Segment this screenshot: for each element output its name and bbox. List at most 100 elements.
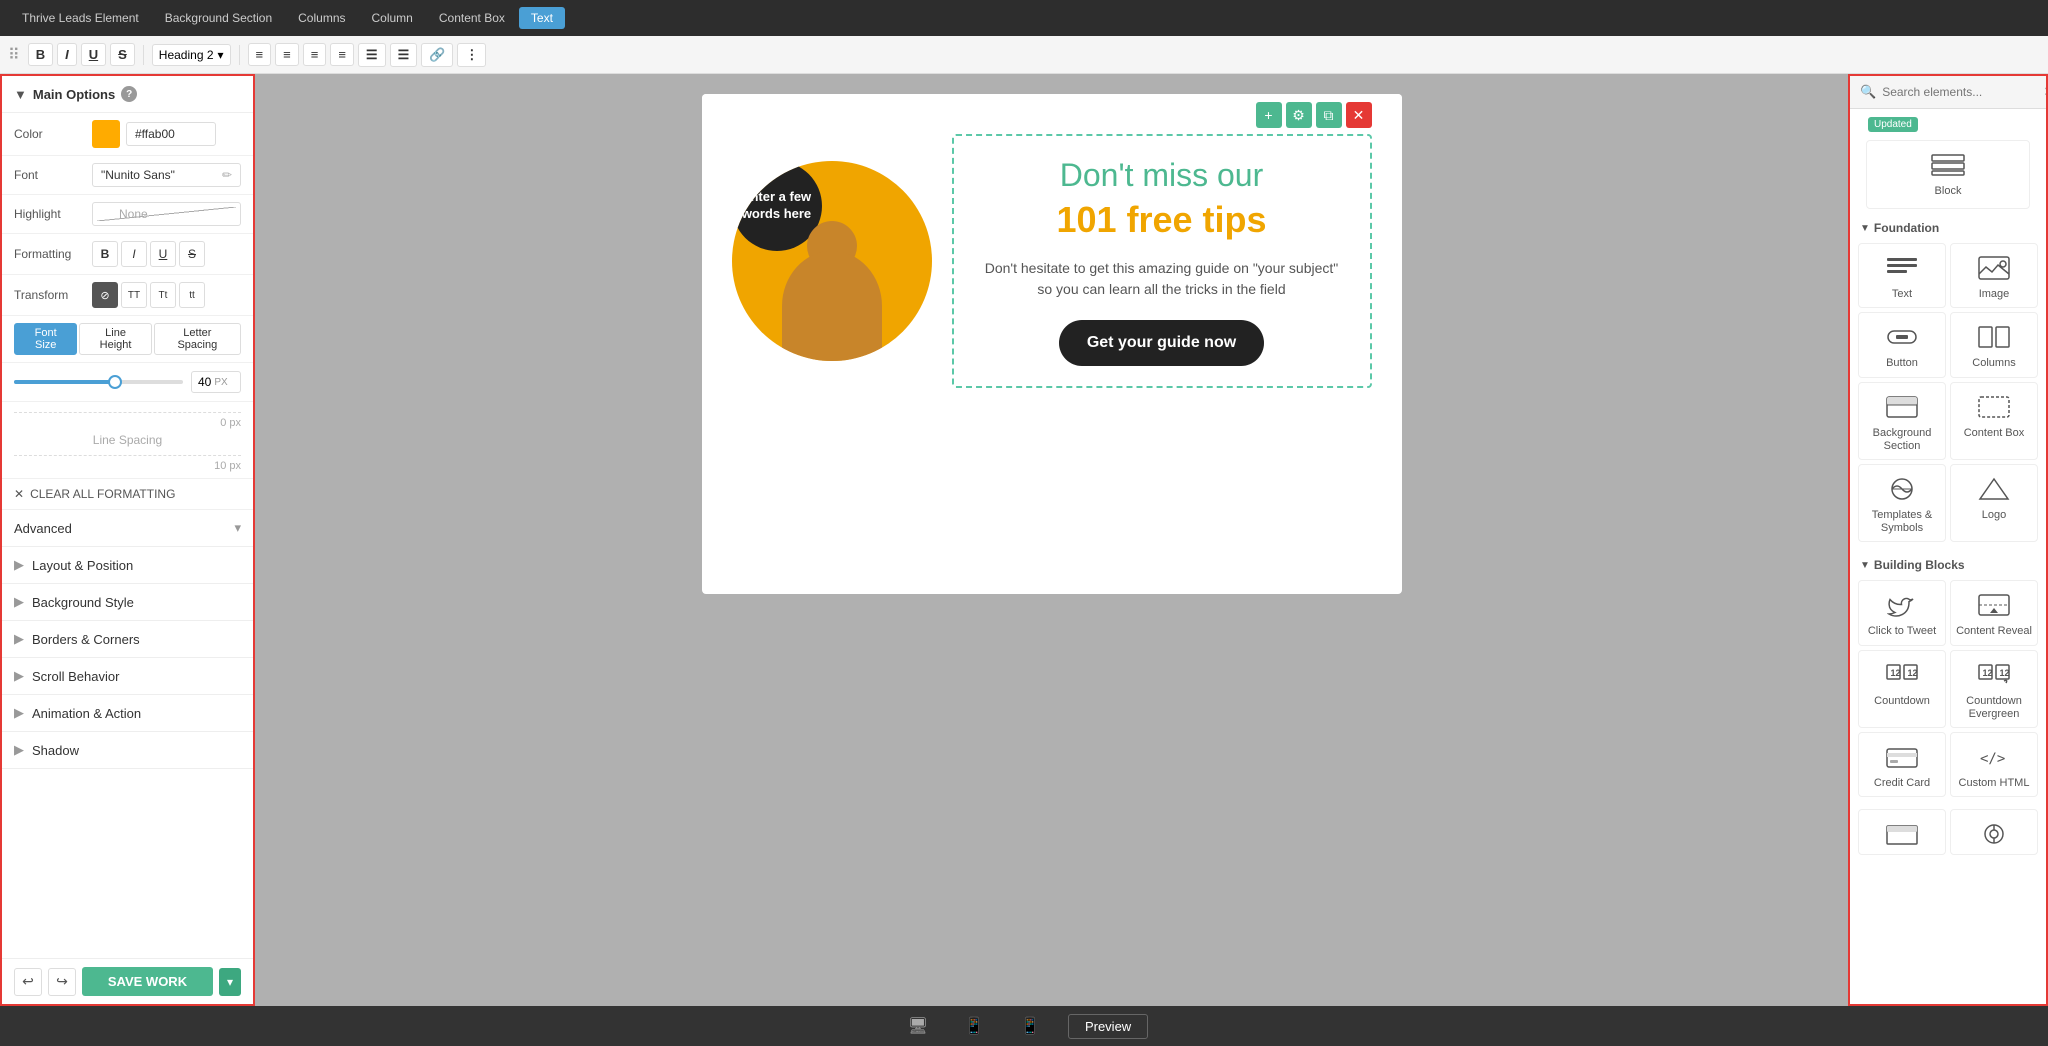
- strikethrough-button[interactable]: S: [110, 43, 135, 66]
- line-spacing-top-value: 0 px: [14, 417, 241, 429]
- advanced-section[interactable]: Advanced ▾: [2, 510, 253, 547]
- slider-fill: [14, 380, 115, 384]
- copy-element-btn[interactable]: ⧉: [1316, 102, 1342, 128]
- tab-letter-spacing[interactable]: Letter Spacing: [154, 323, 241, 355]
- slider-thumb[interactable]: [108, 375, 122, 389]
- shadow-section[interactable]: ▶ Shadow: [2, 732, 253, 769]
- element-extra2[interactable]: [1950, 809, 2038, 855]
- device-mobile-btn[interactable]: 📱: [1012, 1012, 1048, 1040]
- shadow-arrow: ▶: [14, 742, 24, 758]
- font-selector[interactable]: "Nunito Sans" ✏: [92, 163, 241, 187]
- elements-search-input[interactable]: [1882, 85, 2037, 99]
- align-justify-button[interactable]: ≡: [330, 43, 354, 66]
- align-center-button[interactable]: ≡: [275, 43, 299, 66]
- tweet-element-icon: [1884, 591, 1920, 619]
- element-click-to-tweet[interactable]: Click to Tweet: [1858, 580, 1946, 645]
- format-underline[interactable]: U: [150, 241, 176, 267]
- more-options-button[interactable]: ⋮: [457, 43, 486, 67]
- element-content-reveal[interactable]: Content Reveal: [1950, 580, 2038, 645]
- element-bg-section[interactable]: Background Section: [1858, 382, 1946, 460]
- nav-content-box[interactable]: Content Box: [427, 7, 517, 29]
- slider-wrap: 40 PX: [14, 371, 241, 393]
- format-italic[interactable]: I: [121, 241, 147, 267]
- animation-action-section[interactable]: ▶ Animation & Action: [2, 695, 253, 732]
- transform-uppercase[interactable]: TT: [121, 282, 147, 308]
- text-section-box[interactable]: Don't miss our 101 free tips Don't hesit…: [952, 134, 1372, 388]
- logo-element-icon: [1976, 475, 2012, 503]
- font-name: "Nunito Sans": [101, 168, 175, 182]
- color-swatch[interactable]: [92, 120, 120, 148]
- color-label: Color: [14, 127, 84, 141]
- background-style-section[interactable]: ▶ Background Style: [2, 584, 253, 621]
- format-bold[interactable]: B: [92, 241, 118, 267]
- tab-line-height[interactable]: Line Height: [79, 323, 151, 355]
- nav-column[interactable]: Column: [360, 7, 425, 29]
- cta-button[interactable]: Get your guide now: [1059, 320, 1264, 366]
- contentbox-element-label: Content Box: [1964, 427, 2025, 440]
- color-value-group: [92, 120, 241, 148]
- layout-label: Layout & Position: [32, 558, 133, 573]
- save-dropdown-button[interactable]: ▾: [219, 968, 241, 996]
- scroll-behavior-section[interactable]: ▶ Scroll Behavior: [2, 658, 253, 695]
- element-countdown-evergreen[interactable]: 12 12 Countdown Evergreen: [1950, 650, 2038, 728]
- close-search-icon[interactable]: ✕: [2043, 84, 2048, 100]
- canvas-area[interactable]: Enter a few words here + ⚙ ⧉ ✕: [255, 74, 1848, 1006]
- settings-element-btn[interactable]: ⚙: [1286, 102, 1312, 128]
- underline-button[interactable]: U: [81, 43, 106, 66]
- building-blocks-grid: Click to Tweet Content Reveal: [1850, 576, 2046, 805]
- element-image[interactable]: Image: [1950, 243, 2038, 308]
- transform-none[interactable]: ⊘: [92, 282, 118, 308]
- element-content-box[interactable]: Content Box: [1950, 382, 2038, 460]
- reveal-element-label: Content Reveal: [1956, 625, 2032, 638]
- borders-corners-section[interactable]: ▶ Borders & Corners: [2, 621, 253, 658]
- device-desktop-btn[interactable]: 🖥: [900, 1012, 936, 1040]
- bold-button[interactable]: B: [28, 43, 53, 66]
- help-icon[interactable]: ?: [121, 86, 137, 102]
- nav-columns[interactable]: Columns: [286, 7, 357, 29]
- drag-handle[interactable]: ⠿: [8, 45, 20, 65]
- align-left-button[interactable]: ≡: [248, 43, 272, 66]
- element-button[interactable]: Button: [1858, 312, 1946, 377]
- layout-position-section[interactable]: ▶ Layout & Position: [2, 547, 253, 584]
- nav-background-section[interactable]: Background Section: [153, 7, 284, 29]
- element-credit-card[interactable]: Credit Card: [1858, 732, 1946, 797]
- italic-button[interactable]: I: [57, 43, 77, 66]
- redo-button[interactable]: ↪: [48, 968, 76, 996]
- font-size-slider[interactable]: [14, 380, 183, 384]
- color-input[interactable]: [126, 122, 216, 146]
- highlight-selector[interactable]: None: [92, 202, 241, 226]
- list-ordered-button[interactable]: ☰: [390, 43, 418, 67]
- transform-titlecase[interactable]: Tt: [150, 282, 176, 308]
- add-element-btn[interactable]: +: [1256, 102, 1282, 128]
- font-edit-icon[interactable]: ✏: [222, 168, 232, 182]
- clear-formatting-btn[interactable]: ✕ CLEAR ALL FORMATTING: [2, 479, 253, 510]
- save-work-button[interactable]: SAVE WORK: [82, 967, 213, 996]
- sub-text-line2: so you can learn all the tricks in the f…: [1037, 281, 1285, 297]
- element-columns[interactable]: Columns: [1950, 312, 2038, 377]
- html-element-label: Custom HTML: [1959, 777, 2030, 790]
- clear-label: CLEAR ALL FORMATTING: [30, 487, 175, 501]
- element-text[interactable]: Text: [1858, 243, 1946, 308]
- heading-select[interactable]: Heading 2 ▾: [152, 44, 231, 66]
- link-button[interactable]: 🔗: [421, 43, 453, 67]
- element-extra1[interactable]: [1858, 809, 1946, 855]
- undo-button[interactable]: ↩: [14, 968, 42, 996]
- preview-button[interactable]: Preview: [1068, 1014, 1148, 1039]
- element-custom-html[interactable]: </> Custom HTML: [1950, 732, 2038, 797]
- nav-thrive-leads[interactable]: Thrive Leads Element: [10, 7, 151, 29]
- font-size-value[interactable]: 40: [198, 375, 211, 389]
- nav-text[interactable]: Text: [519, 7, 565, 29]
- element-templates[interactable]: Templates & Symbols: [1858, 464, 1946, 542]
- transform-lowercase[interactable]: tt: [179, 282, 205, 308]
- device-tablet-btn[interactable]: 📱: [956, 1012, 992, 1040]
- right-panel: 🔍 ✕ Updated Block ▼ Foundation: [1848, 74, 2048, 1006]
- tab-font-size[interactable]: Font Size: [14, 323, 77, 355]
- delete-element-btn[interactable]: ✕: [1346, 102, 1372, 128]
- block-item[interactable]: Block: [1866, 140, 2030, 209]
- dashed-line-top: [14, 412, 241, 413]
- list-unordered-button[interactable]: ☰: [358, 43, 386, 67]
- element-countdown[interactable]: 12 12 Countdown: [1858, 650, 1946, 728]
- element-logo[interactable]: Logo: [1950, 464, 2038, 542]
- format-strikethrough[interactable]: S: [179, 241, 205, 267]
- align-right-button[interactable]: ≡: [303, 43, 327, 66]
